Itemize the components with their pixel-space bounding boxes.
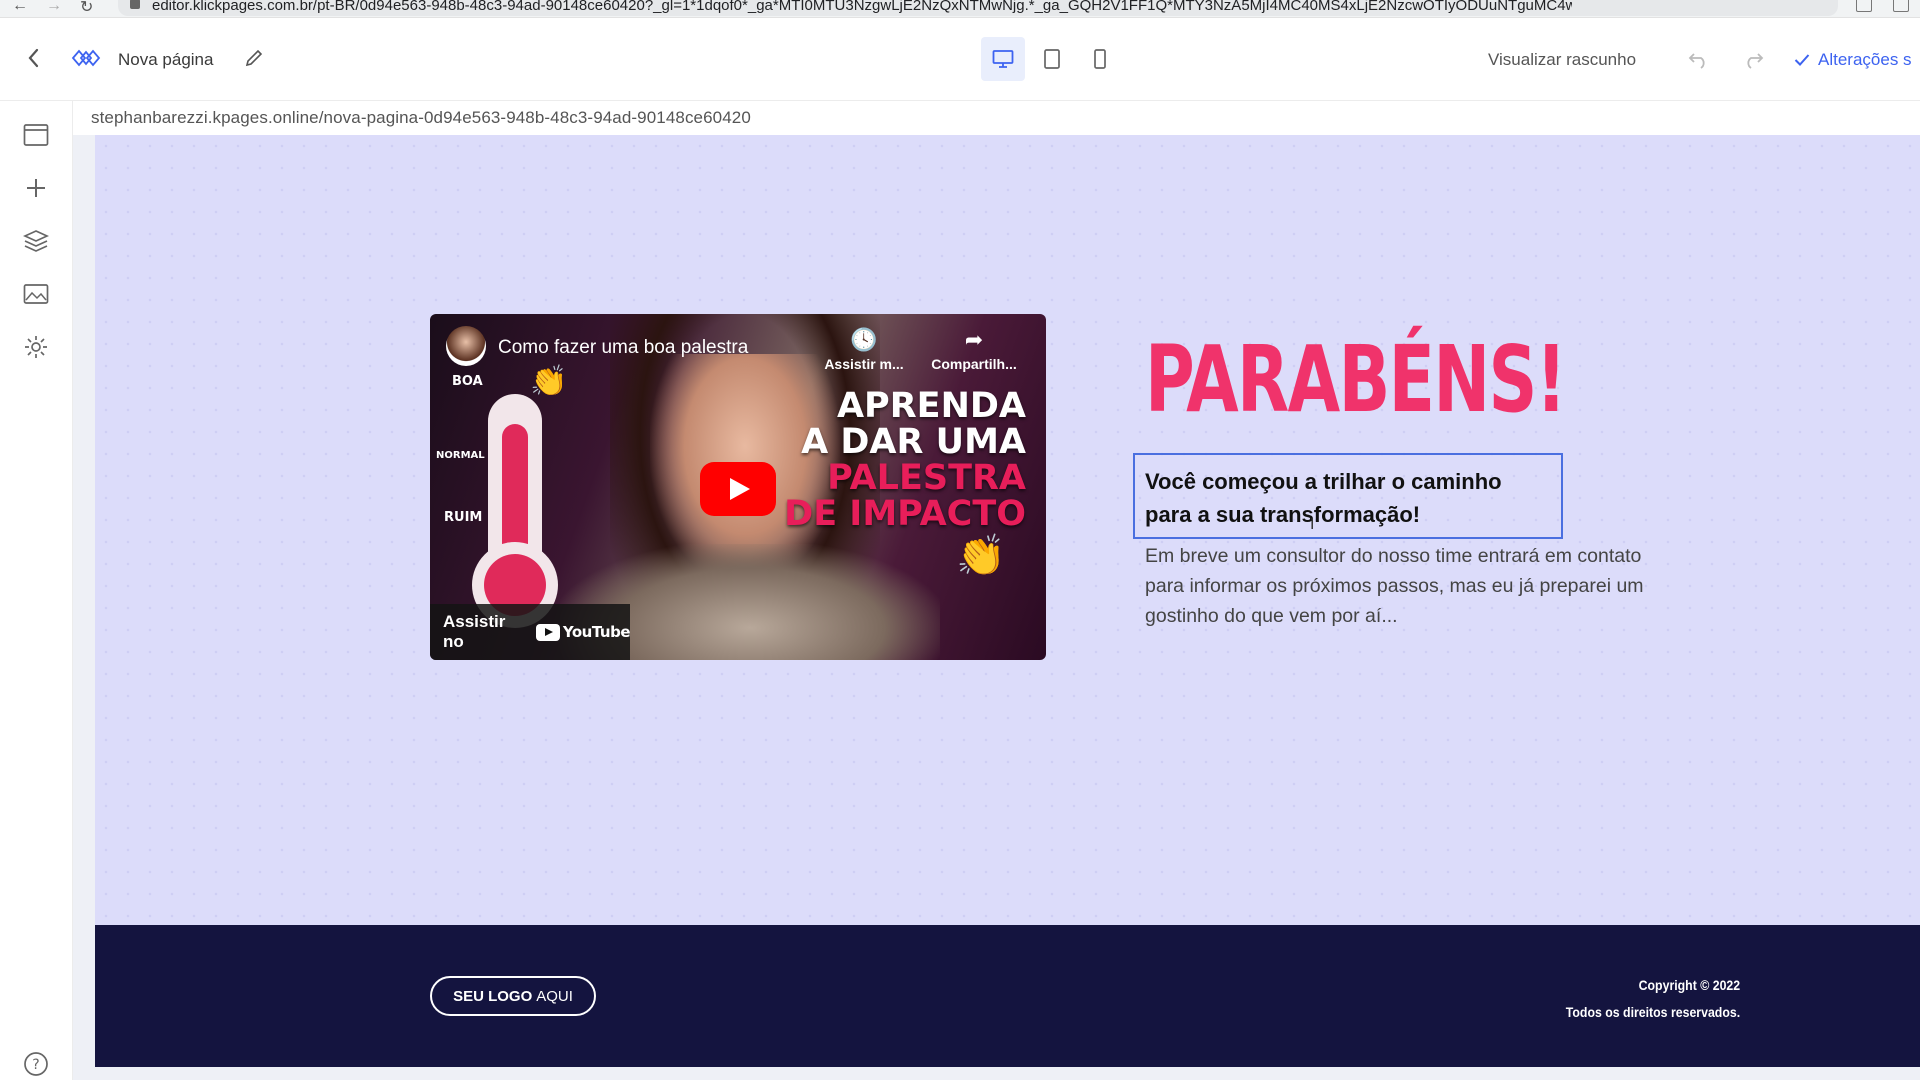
lock-icon <box>130 0 140 9</box>
layers-button[interactable] <box>20 225 52 257</box>
page-name: Nova página <box>118 50 214 69</box>
text-cursor-icon: I <box>1310 516 1315 533</box>
saved-status-label: Alterações s <box>1818 50 1912 69</box>
clock-icon: 🕓 <box>850 327 878 352</box>
plus-icon <box>27 179 45 197</box>
left-sidebar <box>0 101 73 1080</box>
preview-draft-link[interactable]: Visualizar rascunho <box>1488 50 1636 70</box>
check-icon <box>1794 54 1810 66</box>
youtube-logo: YouTube <box>535 623 631 641</box>
youtube-play-icon <box>535 623 560 641</box>
clapping-hands-icon: 👏 <box>530 365 568 398</box>
undo-icon <box>1688 53 1705 69</box>
hero-subtitle-selected[interactable]: Você começou a trilhar o caminho para a … <box>1133 453 1563 539</box>
browser-back-icon[interactable]: ← <box>12 0 28 15</box>
saved-status: Alterações s <box>1794 50 1912 70</box>
rights-line: Todos os direitos reservados. <box>1565 1004 1740 1020</box>
browser-reload-icon[interactable]: ↻ <box>80 0 93 17</box>
share-button[interactable]: ➦ Compartilh... <box>924 327 1024 373</box>
share-arrow-icon: ➦ <box>964 327 984 352</box>
back-button[interactable] <box>20 44 48 72</box>
scale-label-good: BOA <box>452 374 483 389</box>
footer-copyright[interactable]: Copyright © 2022 Todos os direitos reser… <box>1566 972 1740 1026</box>
klickpages-logo-icon <box>70 44 102 72</box>
media-button[interactable] <box>20 278 52 310</box>
video-title[interactable]: Como fazer uma boa palestra <box>498 337 748 359</box>
copyright-line: Copyright © 2022 <box>1638 977 1740 993</box>
watch-later-label: Assistir m... <box>824 356 904 372</box>
gear-icon <box>25 336 47 358</box>
help-circle-icon: ? <box>24 1052 48 1076</box>
translate-icon[interactable] <box>1856 0 1872 12</box>
svg-text:?: ? <box>32 1057 39 1073</box>
mobile-view-button[interactable] <box>1078 37 1122 81</box>
headline-line-2: A DAR UMA <box>801 422 1026 462</box>
share-page-icon[interactable] <box>1893 0 1909 12</box>
settings-button[interactable] <box>20 331 52 363</box>
youtube-embed[interactable]: BOA NORMAL RUIM 👏 👏 Como fazer uma boa p… <box>430 314 1046 660</box>
browser-window-icon <box>23 124 49 146</box>
headline-line-4: DE IMPACTO <box>784 494 1026 534</box>
chevron-left-icon <box>28 48 39 68</box>
desktop-icon <box>992 50 1014 68</box>
watch-on-youtube-button[interactable]: Assistir no YouTube <box>430 604 631 660</box>
mobile-icon <box>1094 49 1106 69</box>
scale-label-bad: RUIM <box>444 510 483 525</box>
channel-avatar[interactable] <box>446 326 486 366</box>
watch-on-label: Assistir no <box>443 612 506 651</box>
logo-bold-text: SEU LOGO <box>453 987 533 1005</box>
hero-title[interactable]: PARABÉNS! <box>1145 326 1567 433</box>
footer-logo-placeholder[interactable]: SEU LOGO AQUI <box>430 976 596 1016</box>
youtube-wordmark: YouTube <box>562 623 631 641</box>
pages-button[interactable] <box>20 119 52 151</box>
image-icon <box>23 284 49 304</box>
desktop-view-button[interactable] <box>981 37 1025 81</box>
scale-label-normal: NORMAL <box>436 450 485 461</box>
add-element-button[interactable] <box>20 172 52 204</box>
logo-light-text: AQUI <box>536 987 573 1005</box>
editor-toolbar: Nova página Visualizar rascunho Alteraçõ… <box>0 18 1920 101</box>
headline-line-3: PALESTRA <box>827 458 1026 498</box>
tablet-icon <box>1044 49 1060 69</box>
share-label: Compartilh... <box>931 356 1017 372</box>
published-page-url: stephanbarezzi.kpages.online/nova-pagina… <box>91 108 751 127</box>
help-button[interactable]: ? <box>20 1048 52 1080</box>
redo-icon <box>1747 53 1764 69</box>
browser-bar: ← → ↻ editor.klickpages.com.br/pt-BR/0d9… <box>0 0 1920 18</box>
play-button[interactable] <box>700 462 776 516</box>
browser-url[interactable]: editor.klickpages.com.br/pt-BR/0d94e563-… <box>152 0 1572 14</box>
clapping-hands-icon: 👏 <box>956 534 1006 578</box>
headline-line-1: APRENDA <box>836 386 1026 426</box>
thumbnail-headline: APRENDA A DAR UMA PALESTRA DE IMPACTO <box>784 388 1026 532</box>
undo-button[interactable] <box>1684 44 1714 74</box>
layers-icon <box>23 230 49 252</box>
redo-button[interactable] <box>1738 44 1768 74</box>
pencil-icon <box>245 49 263 67</box>
hero-body-text[interactable]: Em breve um consultor do nosso time entr… <box>1145 541 1665 631</box>
watch-later-button[interactable]: 🕓 Assistir m... <box>814 327 914 373</box>
browser-forward-icon[interactable]: → <box>46 0 62 15</box>
rename-page-button[interactable] <box>240 44 268 72</box>
tablet-view-button[interactable] <box>1030 37 1074 81</box>
